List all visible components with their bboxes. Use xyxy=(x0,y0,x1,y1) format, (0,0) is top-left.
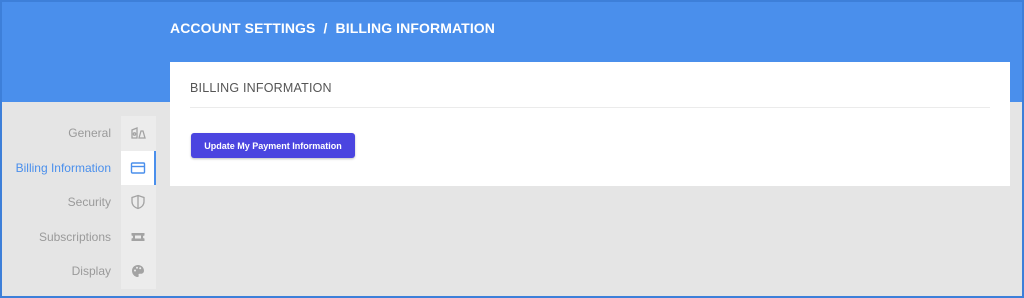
sidebar-item-label: Display xyxy=(71,264,111,279)
breadcrumb-parent[interactable]: ACCOUNT SETTINGS xyxy=(170,20,316,36)
sidebar-item-label: Billing Information xyxy=(15,160,111,175)
card-divider xyxy=(190,107,990,108)
general-icon xyxy=(121,116,156,151)
sidebar-item-label: Subscriptions xyxy=(38,229,111,244)
palette-icon xyxy=(121,254,156,289)
sidebar-item-label: General xyxy=(68,126,111,141)
shield-icon xyxy=(121,185,156,220)
card-title: BILLING INFORMATION xyxy=(190,81,332,95)
sidebar-item-security[interactable]: Security xyxy=(0,185,156,220)
sidebar-item-label: Security xyxy=(67,195,111,210)
sidebar-item-billing-information[interactable]: Billing Information xyxy=(0,150,156,185)
sidebar-item-general[interactable]: General xyxy=(0,116,156,151)
sidebar-item-display[interactable]: Display xyxy=(0,254,156,289)
breadcrumb-current: BILLING INFORMATION xyxy=(335,20,496,36)
settings-sidebar: General Billing Information Security Sub… xyxy=(0,116,156,289)
credit-card-icon xyxy=(121,150,156,185)
billing-information-card: BILLING INFORMATION Update My Payment In… xyxy=(170,62,1010,186)
sidebar-item-subscriptions[interactable]: Subscriptions xyxy=(0,219,156,254)
breadcrumb-separator: / xyxy=(323,20,328,36)
ticket-icon xyxy=(121,219,156,254)
breadcrumb: ACCOUNT SETTINGS / BILLING INFORMATION xyxy=(170,20,495,36)
update-payment-button[interactable]: Update My Payment Information xyxy=(191,133,355,158)
